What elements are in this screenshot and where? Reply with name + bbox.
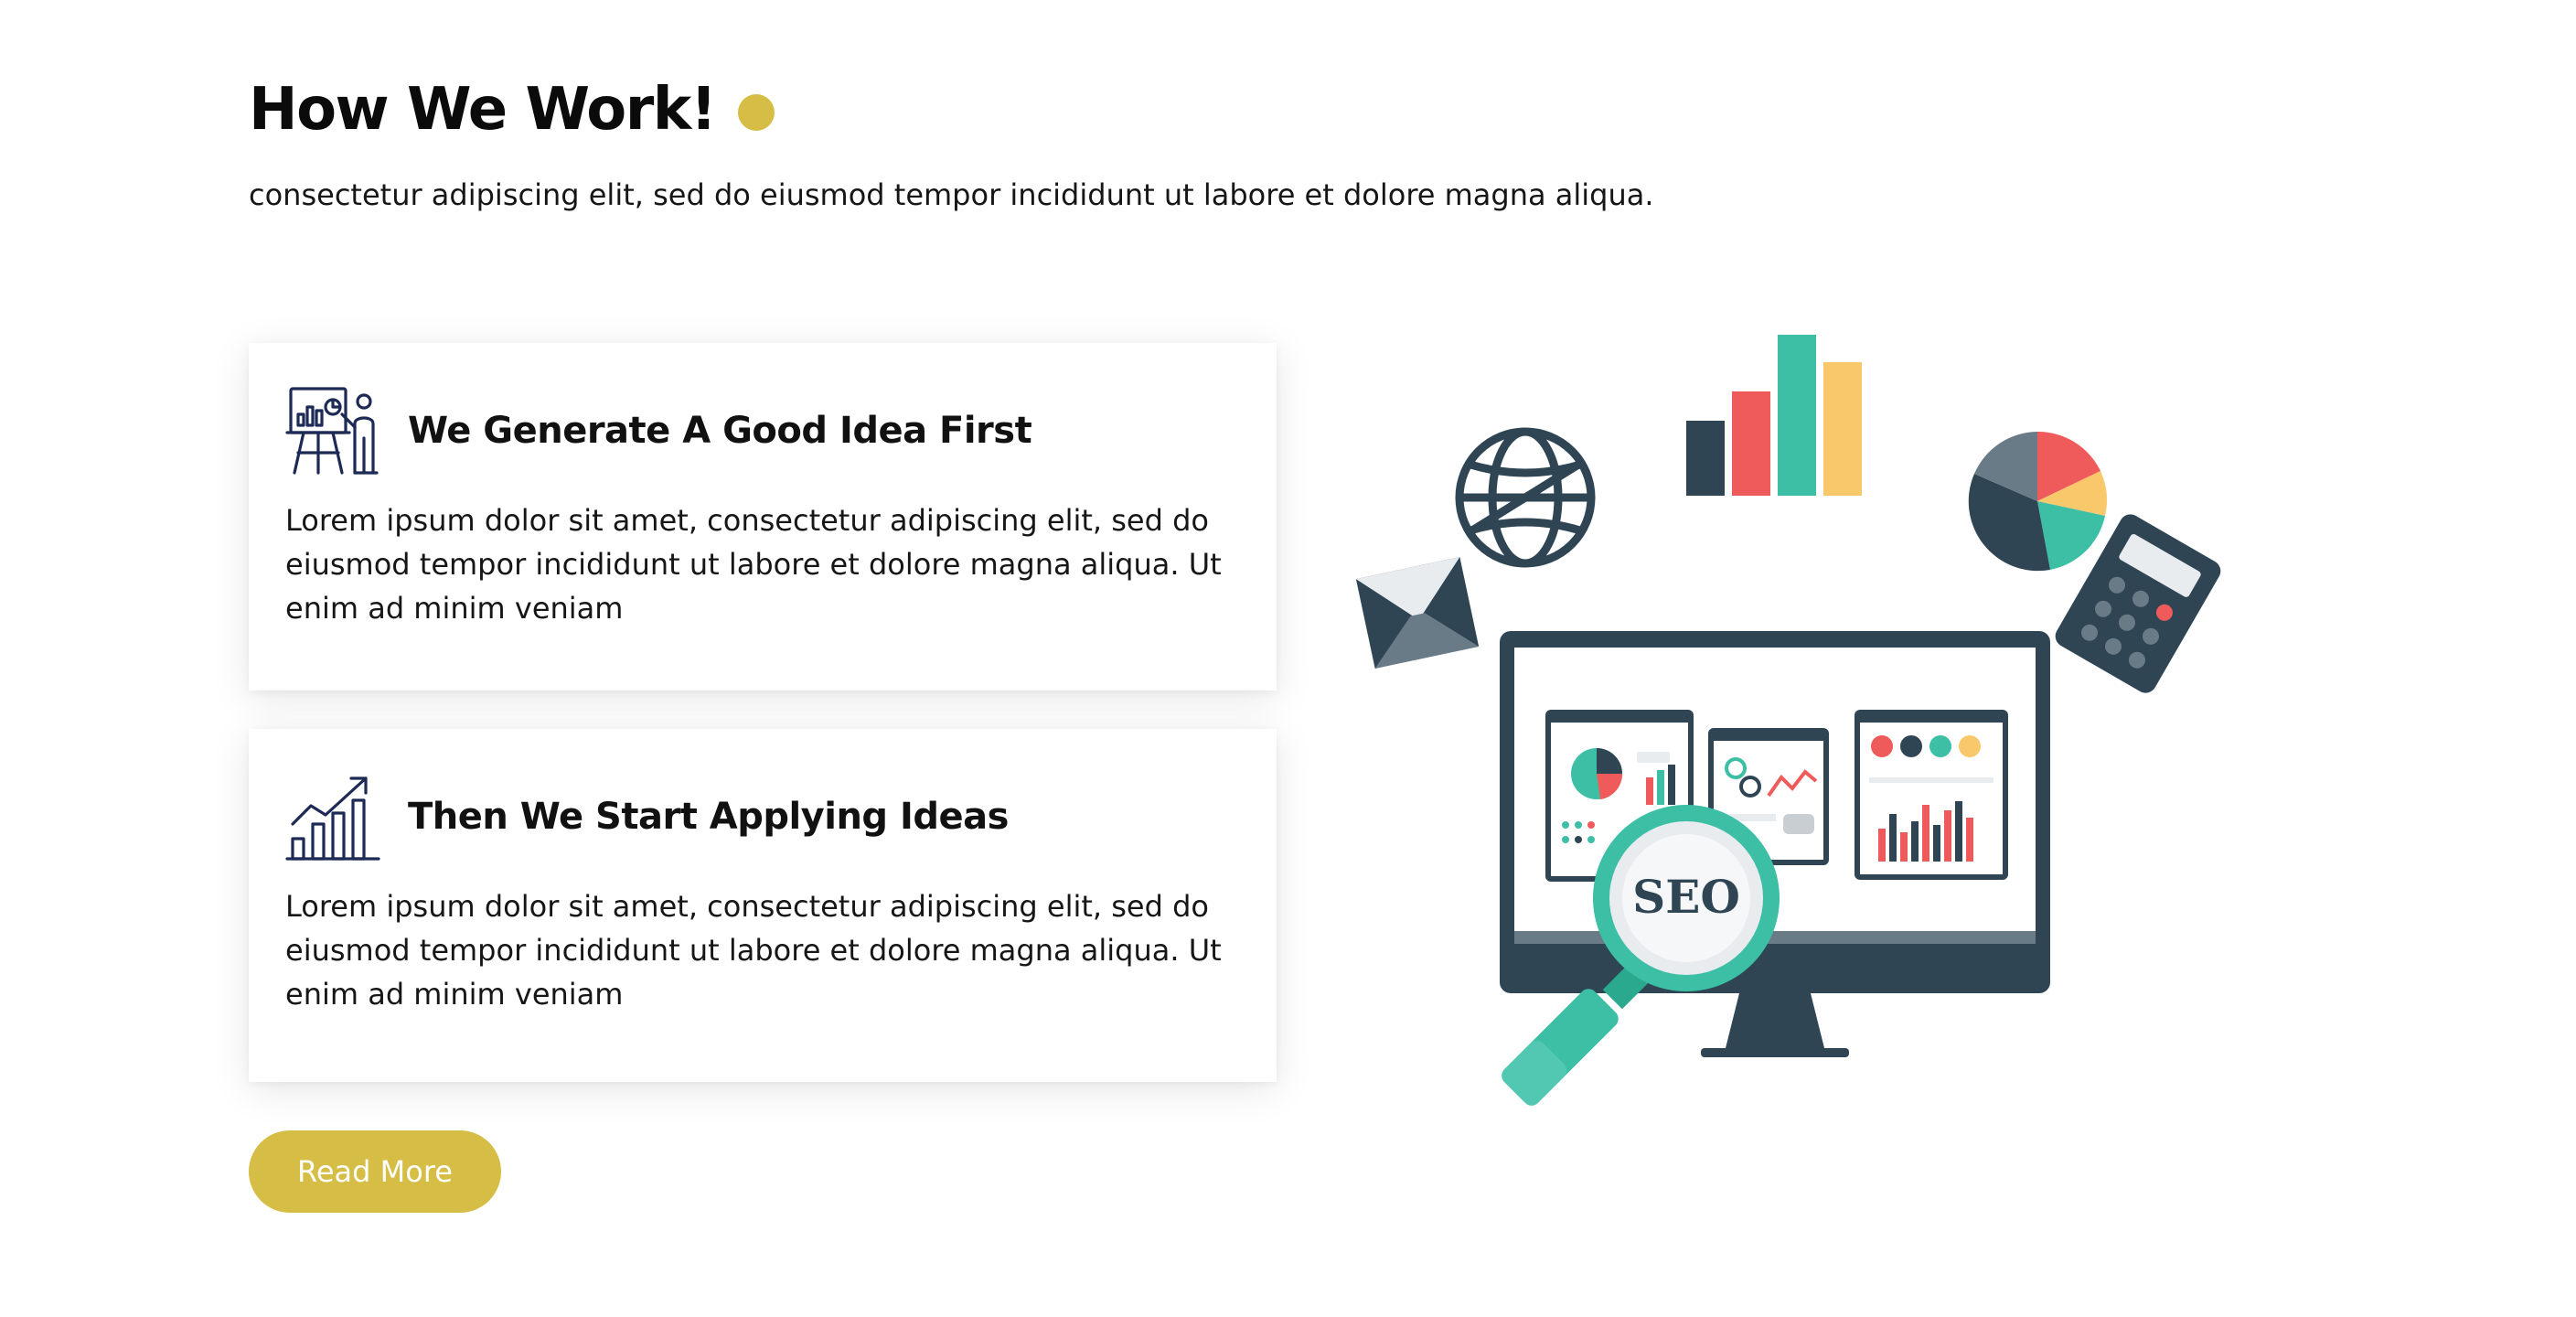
work-step-card-1: We Generate A Good Idea First Lorem ipsu… xyxy=(249,343,1277,691)
bar-chart-icon xyxy=(1686,335,1862,496)
card-header: We Generate A Good Idea First xyxy=(285,381,1240,480)
work-step-card-2: Then We Start Applying Ideas Lorem ipsum… xyxy=(249,729,1277,1082)
card-title: We Generate A Good Idea First xyxy=(408,410,1032,452)
growth-chart-icon xyxy=(285,776,380,861)
page-subtitle: consectetur adipiscing elit, sed do eius… xyxy=(249,177,1654,212)
seo-analytics-illustration: SEO xyxy=(1355,335,2221,1106)
heading-row: How We Work! xyxy=(249,80,775,139)
seo-badge-text: SEO xyxy=(1632,870,1740,924)
page-title: How We Work! xyxy=(249,76,717,144)
read-more-button[interactable]: Read More xyxy=(249,1130,501,1213)
title-accent-dot xyxy=(737,94,775,131)
card-title: Then We Start Applying Ideas xyxy=(408,796,1009,838)
card-description: Lorem ipsum dolor sit amet, consectetur … xyxy=(285,889,1222,1012)
globe-icon xyxy=(1455,427,1596,568)
presentation-board-icon xyxy=(285,387,379,475)
envelope-icon xyxy=(1355,557,1480,669)
pie-chart-icon xyxy=(1968,431,2107,572)
card-header: Then We Start Applying Ideas xyxy=(285,767,1240,866)
how-we-work-section: How We Work! consectetur adipiscing elit… xyxy=(0,0,2576,1317)
card-description: Lorem ipsum dolor sit amet, consectetur … xyxy=(285,503,1222,626)
